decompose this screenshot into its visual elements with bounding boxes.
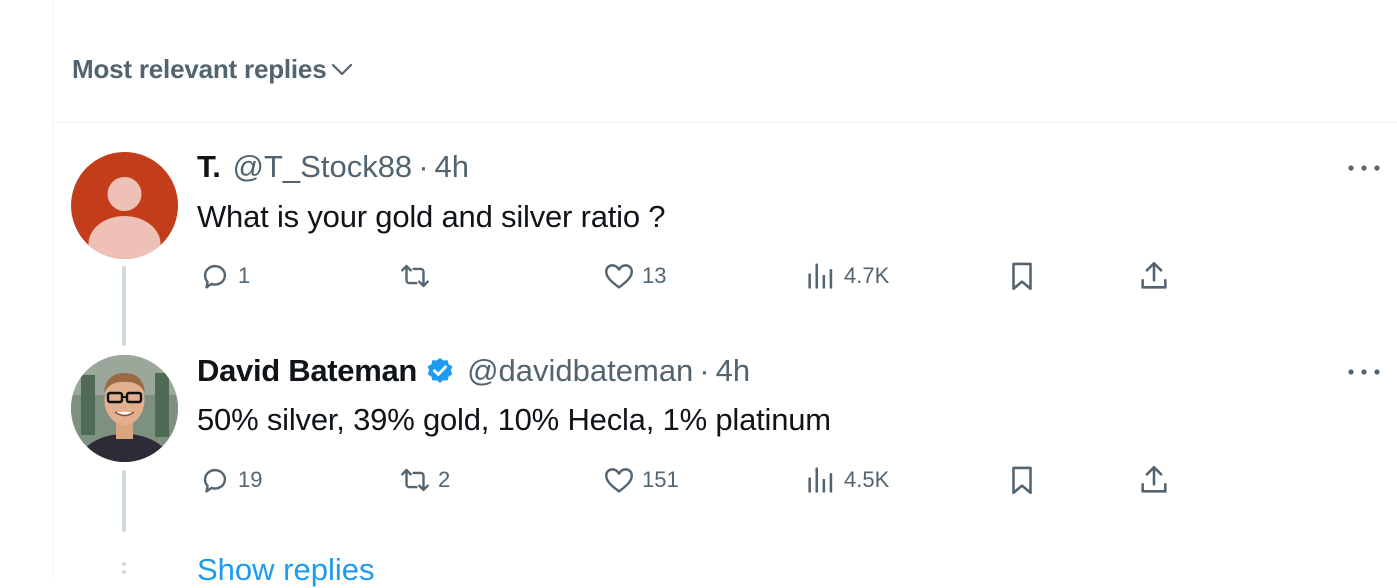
default-profile-icon xyxy=(88,177,161,259)
verified-badge-icon[interactable] xyxy=(425,356,455,386)
more-options-button[interactable] xyxy=(1344,158,1384,178)
bookmark-button[interactable] xyxy=(1005,463,1039,497)
user-avatar[interactable] xyxy=(71,355,178,462)
like-count: 13 xyxy=(642,263,667,288)
heart-icon xyxy=(605,468,633,493)
reply-count: 19 xyxy=(238,467,263,492)
reply-icon xyxy=(203,468,227,493)
more-horizontal-icon xyxy=(1348,369,1380,375)
section-divider xyxy=(53,122,1397,123)
share-icon xyxy=(1141,465,1167,493)
user-handle[interactable]: @davidbateman xyxy=(467,353,693,389)
reply-icon xyxy=(203,264,227,289)
bookmark-icon xyxy=(1012,466,1032,495)
views-button[interactable]: 4.5K xyxy=(804,463,889,497)
separator-dot: · xyxy=(699,353,710,388)
chevron-down-icon xyxy=(332,63,353,76)
bookmark-button[interactable] xyxy=(1005,259,1039,293)
reply-button[interactable]: 19 xyxy=(198,463,262,497)
analytics-icon xyxy=(808,263,833,289)
repost-button[interactable] xyxy=(398,259,438,293)
tweet-header: T. @T_Stock88 · 4h xyxy=(197,147,469,187)
share-button[interactable] xyxy=(1137,463,1171,497)
tweet-text: 50% silver, 39% gold, 10% Hecla, 1% plat… xyxy=(197,402,831,437)
tweet-text: What is your gold and silver ratio ? xyxy=(197,199,666,234)
like-count: 151 xyxy=(642,467,679,492)
views-count: 4.5K xyxy=(844,467,890,492)
reply-button[interactable]: 1 xyxy=(198,259,250,293)
more-options-button[interactable] xyxy=(1344,362,1384,382)
thread-line xyxy=(122,266,126,346)
separator-dot: · xyxy=(418,149,429,184)
repost-button[interactable]: 2 xyxy=(398,463,450,497)
repost-icon xyxy=(401,264,429,288)
like-button[interactable]: 151 xyxy=(602,463,679,497)
profile-photo xyxy=(71,355,178,462)
show-replies-link[interactable]: Show replies xyxy=(197,552,374,588)
bookmark-icon xyxy=(1012,262,1032,291)
reply-sort-label: Most relevant replies xyxy=(72,53,327,84)
timestamp[interactable]: 4h xyxy=(716,353,750,389)
user-handle[interactable]: @T_Stock88 xyxy=(233,149,413,185)
like-button[interactable]: 13 xyxy=(602,259,666,293)
display-name[interactable]: David Bateman xyxy=(197,353,417,389)
timestamp[interactable]: 4h xyxy=(435,149,469,185)
share-icon xyxy=(1141,261,1167,289)
heart-icon xyxy=(605,264,633,289)
thread-dot xyxy=(122,562,126,566)
thread-line xyxy=(122,470,126,532)
share-button[interactable] xyxy=(1137,259,1171,293)
default-avatar[interactable] xyxy=(71,152,178,259)
views-button[interactable]: 4.7K xyxy=(804,259,889,293)
thread-dot xyxy=(122,570,126,574)
reply-sort-dropdown[interactable]: Most relevant replies xyxy=(72,52,354,86)
views-count: 4.7K xyxy=(844,263,890,288)
tweet-header: David Bateman @davidbateman · 4h xyxy=(197,351,750,391)
more-horizontal-icon xyxy=(1348,165,1380,171)
display-name[interactable]: T. xyxy=(197,149,221,185)
repost-count: 2 xyxy=(438,467,451,492)
analytics-icon xyxy=(808,467,833,493)
reply-count: 1 xyxy=(238,263,251,288)
column-border xyxy=(52,0,53,578)
repost-icon xyxy=(401,468,429,492)
